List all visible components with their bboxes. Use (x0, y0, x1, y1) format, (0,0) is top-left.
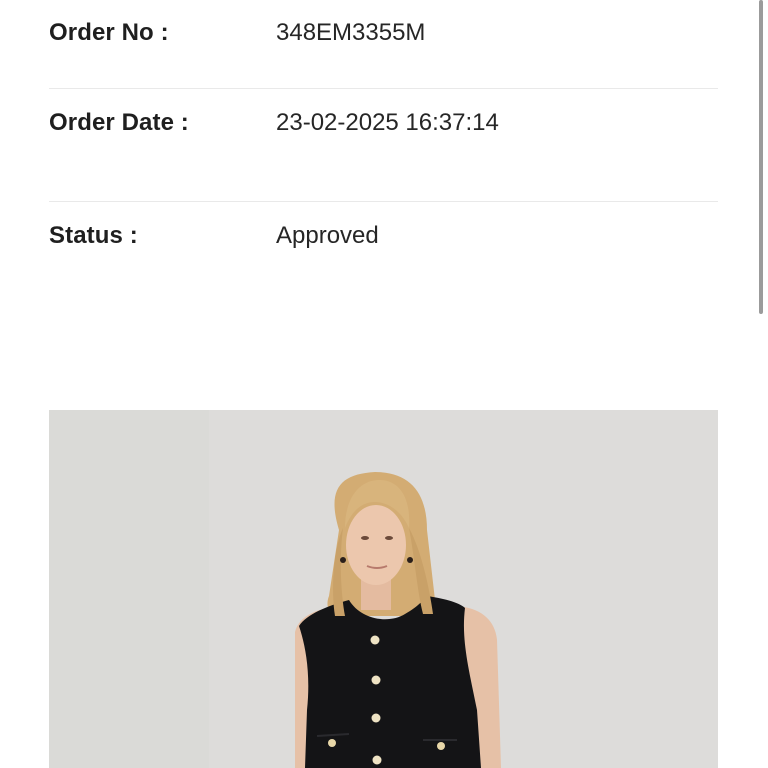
order-details-page: Order No : 348EM3355M Order Date : 23-02… (0, 0, 768, 768)
order-status-row: Status : Approved (49, 202, 718, 314)
product-photo (49, 410, 718, 768)
order-status-value: Approved (276, 222, 379, 249)
order-number-row: Order No : 348EM3355M (49, 0, 718, 89)
order-details: Order No : 348EM3355M Order Date : 23-02… (49, 0, 718, 314)
order-date-value: 23-02-2025 16:37:14 (276, 109, 499, 136)
vertical-scrollbar[interactable] (759, 0, 763, 314)
product-image[interactable] (49, 410, 718, 768)
order-date-row: Order Date : 23-02-2025 16:37:14 (49, 89, 718, 202)
order-number-value: 348EM3355M (276, 19, 426, 46)
order-date-label: Order Date : (49, 109, 189, 136)
order-number-label: Order No : (49, 19, 169, 46)
order-status-label: Status : (49, 222, 138, 249)
